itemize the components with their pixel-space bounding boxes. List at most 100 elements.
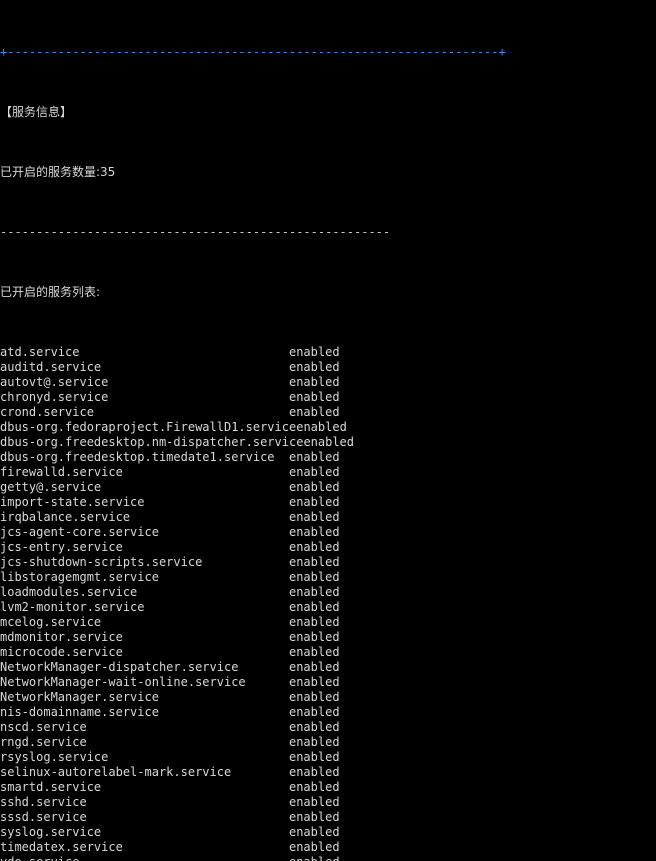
enabled-service-name: lvm2-monitor.service	[0, 600, 289, 614]
enabled-service-name: microcode.service	[0, 645, 289, 659]
enabled-service-row: autovt@.service enabled	[0, 375, 656, 390]
enabled-service-name: libstoragemgmt.service	[0, 570, 289, 584]
enabled-service-state: enabled	[288, 660, 340, 674]
enabled-service-row: NetworkManager-dispatcher.service enable…	[0, 660, 656, 675]
enabled-service-state: enabled	[288, 465, 340, 479]
enabled-service-name: jcs-agent-core.service	[0, 525, 289, 539]
enabled-count-label: 已开启的服务数量:35	[0, 165, 116, 179]
enabled-service-name: dbus-org.freedesktop.timedate1.service	[0, 450, 289, 464]
enabled-service-row: mdmonitor.service enabled	[0, 630, 656, 645]
enabled-service-state: enabled	[288, 510, 340, 524]
enabled-service-name: vdo.service	[0, 855, 289, 861]
enabled-list-label: 已开启的服务列表:	[0, 285, 101, 299]
enabled-service-state: enabled	[288, 780, 340, 794]
enabled-service-row: libstoragemgmt.service enabled	[0, 570, 656, 585]
enabled-service-state: enabled	[288, 360, 340, 374]
enabled-service-row: import-state.service enabled	[0, 495, 656, 510]
enabled-service-row: sshd.service enabled	[0, 795, 656, 810]
enabled-service-name: jcs-shutdown-scripts.service	[0, 555, 289, 569]
enabled-service-state: enabled	[288, 705, 340, 719]
enabled-service-name: loadmodules.service	[0, 585, 289, 599]
enabled-service-row: irqbalance.service enabled	[0, 510, 656, 525]
enabled-service-name: smartd.service	[0, 780, 289, 794]
enabled-service-row: lvm2-monitor.service enabled	[0, 600, 656, 615]
enabled-service-state: enabled	[288, 675, 340, 689]
enabled-service-state: enabled	[288, 570, 340, 584]
enabled-service-row: jcs-shutdown-scripts.service enabled	[0, 555, 656, 570]
enabled-service-name: autovt@.service	[0, 375, 289, 389]
enabled-service-name: NetworkManager-wait-online.service	[0, 675, 289, 689]
top-border-rule: +---------------------------------------…	[0, 45, 506, 59]
enabled-service-state: enabled	[288, 585, 340, 599]
enabled-service-state: enabled	[288, 555, 340, 569]
enabled-service-state: enabled	[288, 405, 340, 419]
enabled-service-row: nis-domainname.service enabled	[0, 705, 656, 720]
enabled-service-state: enabled	[288, 810, 340, 824]
enabled-service-row: rsyslog.service enabled	[0, 750, 656, 765]
enabled-service-row: NetworkManager-wait-online.service enabl…	[0, 675, 656, 690]
enabled-service-name: rngd.service	[0, 735, 289, 749]
enabled-service-name: nscd.service	[0, 720, 289, 734]
enabled-service-name: NetworkManager.service	[0, 690, 289, 704]
enabled-service-row: dbus-org.fedoraproject.FirewallD1.servic…	[0, 420, 656, 435]
enabled-service-state: enabled	[288, 540, 340, 554]
enabled-service-state: enabled	[288, 600, 340, 614]
enabled-service-name: import-state.service	[0, 495, 289, 509]
terminal-output[interactable]: +---------------------------------------…	[0, 0, 656, 861]
enabled-service-name: sshd.service	[0, 795, 289, 809]
enabled-service-name: mdmonitor.service	[0, 630, 289, 644]
enabled-service-name: chronyd.service	[0, 390, 289, 404]
enabled-service-row: chronyd.service enabled	[0, 390, 656, 405]
enabled-service-row: vdo.service enabled	[0, 855, 656, 861]
enabled-service-name: irqbalance.service	[0, 510, 289, 524]
enabled-service-row: mcelog.service enabled	[0, 615, 656, 630]
enabled-service-state: enabled	[288, 630, 340, 644]
enabled-service-row: dbus-org.freedesktop.nm-dispatcher.servi…	[0, 435, 656, 450]
enabled-services-list: atd.service enabled auditd.service enable…	[0, 345, 656, 861]
enabled-service-state: enabled	[288, 450, 340, 464]
enabled-service-state: enabled	[288, 765, 340, 779]
enabled-service-row: syslog.service enabled	[0, 825, 656, 840]
enabled-service-state: enabled	[288, 795, 340, 809]
enabled-service-row: crond.service enabled	[0, 405, 656, 420]
enabled-service-name: mcelog.service	[0, 615, 289, 629]
enabled-service-state: enabled	[288, 495, 340, 509]
enabled-service-state: enabled	[288, 645, 340, 659]
enabled-service-state: enabled	[296, 420, 347, 434]
enabled-service-row: dbus-org.freedesktop.timedate1.service e…	[0, 450, 656, 465]
enabled-service-state: enabled	[303, 435, 355, 449]
enabled-service-row: timedatex.service enabled	[0, 840, 656, 855]
enabled-service-row: atd.service enabled	[0, 345, 656, 360]
section-title: 【服务信息】	[0, 105, 73, 119]
enabled-service-row: sssd.service enabled	[0, 810, 656, 825]
enabled-service-name: auditd.service	[0, 360, 289, 374]
enabled-service-row: auditd.service enabled	[0, 360, 656, 375]
enabled-service-name: syslog.service	[0, 825, 289, 839]
enabled-service-state: enabled	[288, 690, 340, 704]
enabled-service-name: nis-domainname.service	[0, 705, 289, 719]
enabled-service-state: enabled	[288, 375, 340, 389]
enabled-service-state: enabled	[289, 855, 340, 861]
enabled-service-state: enabled	[288, 750, 340, 764]
enabled-service-row: firewalld.service enabled	[0, 465, 656, 480]
enabled-service-name: atd.service	[0, 345, 289, 359]
separator-rule-1: ----------------------------------------…	[0, 225, 391, 239]
enabled-service-name: firewalld.service	[0, 465, 289, 479]
enabled-service-name: selinux-autorelabel-mark.service	[0, 765, 289, 779]
enabled-service-row: loadmodules.service enabled	[0, 585, 656, 600]
enabled-service-name: timedatex.service	[0, 840, 289, 854]
enabled-service-row: smartd.service enabled	[0, 780, 656, 795]
enabled-service-state: enabled	[288, 840, 340, 854]
enabled-service-name: jcs-entry.service	[0, 540, 289, 554]
enabled-service-state: enabled	[288, 615, 340, 629]
enabled-service-name: dbus-org.fedoraproject.FirewallD1.servic…	[0, 420, 297, 434]
enabled-service-row: jcs-entry.service enabled	[0, 540, 656, 555]
enabled-service-name: getty@.service	[0, 480, 289, 494]
enabled-service-row: rngd.service enabled	[0, 735, 656, 750]
enabled-service-name: rsyslog.service	[0, 750, 289, 764]
enabled-service-name: crond.service	[0, 405, 289, 419]
enabled-service-row: nscd.service enabled	[0, 720, 656, 735]
enabled-service-state: enabled	[288, 480, 340, 494]
enabled-service-state: enabled	[288, 390, 340, 404]
enabled-service-row: getty@.service enabled	[0, 480, 656, 495]
